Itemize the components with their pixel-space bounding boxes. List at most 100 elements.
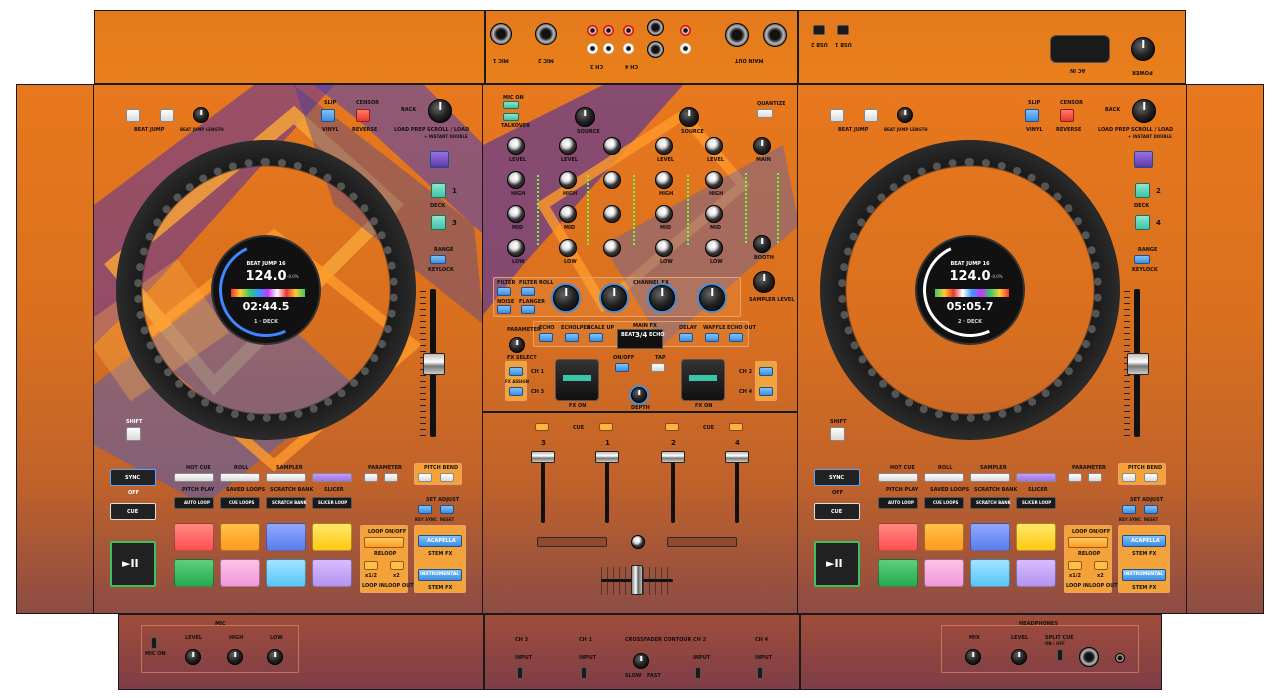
source-knob-left[interactable] (575, 107, 595, 127)
usb2-port[interactable] (813, 25, 825, 35)
booth-jack-1[interactable] (647, 19, 664, 36)
r-pad-7[interactable] (970, 559, 1010, 587)
ch4-rca-right[interactable] (623, 25, 634, 36)
mic-level-knob[interactable] (185, 649, 201, 665)
ch4-rca-left[interactable] (623, 43, 634, 54)
slip-button[interactable] (321, 109, 335, 122)
filter-button[interactable] (497, 287, 511, 296)
parameter-right-button[interactable] (384, 473, 398, 482)
quantize-button[interactable] (757, 109, 773, 118)
fx-assign-ch4-button[interactable] (759, 387, 773, 396)
ch1b-low-knob[interactable] (603, 239, 621, 257)
mode-slicer-button[interactable] (312, 473, 352, 482)
source-knob-right[interactable] (679, 107, 699, 127)
talkover-button[interactable] (503, 113, 519, 121)
shift-button[interactable] (126, 427, 141, 441)
pad-2[interactable] (220, 523, 260, 551)
ch3b-rca-left[interactable] (603, 43, 614, 54)
r-key-reset-button[interactable] (1144, 505, 1158, 514)
ch1-high-knob[interactable] (559, 171, 577, 189)
fx-button-2[interactable] (565, 333, 579, 342)
main-rca-right[interactable] (680, 25, 691, 36)
r-keylock-button[interactable] (1134, 255, 1150, 264)
sampler-level-knob[interactable] (753, 271, 775, 293)
fx-button-3[interactable] (589, 333, 603, 342)
pad-8[interactable] (312, 559, 352, 587)
ch1b-level-knob[interactable] (603, 137, 621, 155)
r-parameter-left-button[interactable] (1068, 473, 1082, 482)
main-knob[interactable] (753, 137, 771, 155)
ch2-low-knob[interactable] (655, 239, 673, 257)
ch1-level-knob[interactable] (559, 137, 577, 155)
filter-roll-button[interactable] (521, 287, 535, 296)
mic-on-switch[interactable] (151, 637, 157, 649)
fx-assign-ch1-button[interactable] (509, 367, 523, 376)
r-deck-4-button[interactable] (1135, 215, 1150, 230)
mic1-jack[interactable] (490, 23, 512, 45)
beat-jump-forward-button[interactable] (160, 109, 174, 122)
r-deck-select-top-button[interactable] (1134, 151, 1153, 168)
ch1b-mid-knob[interactable] (603, 205, 621, 223)
booth-knob[interactable] (753, 235, 771, 253)
ch2-fader-cap[interactable] (661, 451, 685, 463)
loop-half-button[interactable] (364, 561, 378, 570)
mode-roll-button[interactable] (220, 473, 260, 482)
channel-fx-knob-3[interactable] (553, 285, 579, 311)
r-beat-jump-forward-button[interactable] (864, 109, 878, 122)
fx-button-5[interactable] (705, 333, 719, 342)
r-pad-5[interactable] (878, 559, 918, 587)
ac-in-socket[interactable] (1050, 35, 1110, 63)
censor-button[interactable] (356, 109, 370, 122)
ch4-low-knob[interactable] (705, 239, 723, 257)
fx-button-1[interactable] (539, 333, 553, 342)
pad-6[interactable] (220, 559, 260, 587)
fx-assign-ch2-button[interactable] (759, 367, 773, 376)
r-mode-roll-button[interactable] (924, 473, 964, 482)
r-beat-jump-length-knob[interactable] (897, 107, 913, 123)
noise-button[interactable] (497, 305, 511, 314)
ch1b-high-knob[interactable] (603, 171, 621, 189)
pad-4[interactable] (312, 523, 352, 551)
headphone-mix-knob[interactable] (965, 649, 981, 665)
mode-hotcue-button[interactable] (174, 473, 214, 482)
ch1-low-knob[interactable] (559, 239, 577, 257)
ch4-fader-cap[interactable] (725, 451, 749, 463)
left-pitch-fader-cap[interactable] (423, 353, 445, 375)
r-pad-2[interactable] (924, 523, 964, 551)
fx-button-6[interactable] (729, 333, 743, 342)
r-pad-4[interactable] (1016, 523, 1056, 551)
r-pad-3[interactable] (970, 523, 1010, 551)
pad-7[interactable] (266, 559, 306, 587)
browse-knob[interactable] (428, 99, 452, 123)
mic2-jack[interactable] (535, 23, 557, 45)
channel-fx-knob-1[interactable] (601, 285, 627, 311)
ch1-mid-knob[interactable] (559, 205, 577, 223)
r-pad-8[interactable] (1016, 559, 1056, 587)
pitch-bend-minus-button[interactable] (418, 473, 432, 482)
channel-fx-knob-4[interactable] (699, 285, 725, 311)
ch2-level-knob[interactable] (655, 137, 673, 155)
front-ch4-switch[interactable] (757, 667, 763, 679)
ch3-rca-left[interactable] (587, 43, 598, 54)
r-pad-6[interactable] (924, 559, 964, 587)
usb1-port[interactable] (837, 25, 849, 35)
r-pitch-bend-minus-button[interactable] (1122, 473, 1136, 482)
cue-ch2-button[interactable] (665, 423, 679, 431)
r-shift-button[interactable] (830, 427, 845, 441)
r-browse-knob[interactable] (1132, 99, 1156, 123)
front-ch1-switch[interactable] (581, 667, 587, 679)
r-loop-onoff-button[interactable] (1068, 537, 1108, 548)
mic-high-knob[interactable] (227, 649, 243, 665)
ch3-rca-right[interactable] (587, 25, 598, 36)
split-cue-switch[interactable] (1057, 649, 1063, 661)
r-beat-jump-back-button[interactable] (830, 109, 844, 122)
cue-ch4-button[interactable] (729, 423, 743, 431)
ch4-level-knob[interactable] (705, 137, 723, 155)
parameter-left-button[interactable] (364, 473, 378, 482)
key-reset-button[interactable] (440, 505, 454, 514)
r-loop-double-button[interactable] (1094, 561, 1108, 570)
ch3b-rca-right[interactable] (603, 25, 614, 36)
ch3-fader-cap[interactable] (531, 451, 555, 463)
front-ch2-switch[interactable] (695, 667, 701, 679)
ch3-level-knob[interactable] (507, 137, 525, 155)
